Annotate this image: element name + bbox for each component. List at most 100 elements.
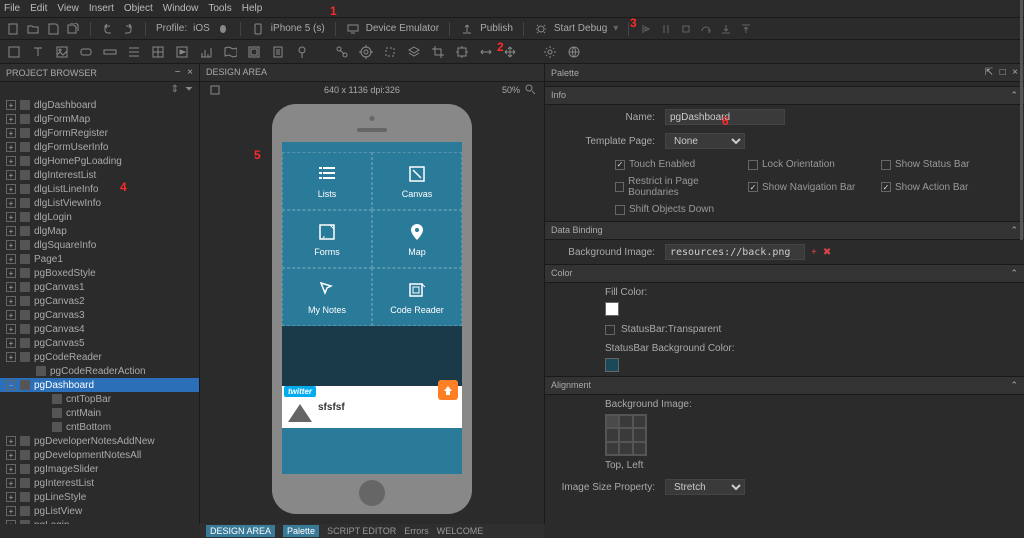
publish-button[interactable]: Publish [480, 23, 513, 34]
menu-help[interactable]: Help [242, 3, 263, 14]
tree-item[interactable]: +dlgDashboard [0, 98, 199, 112]
expand-toggle-icon[interactable]: + [6, 128, 16, 138]
tree-item[interactable]: +pgCanvas4 [0, 322, 199, 336]
menu-view[interactable]: View [57, 3, 79, 14]
expand-toggle-icon[interactable]: + [6, 464, 16, 474]
open-icon[interactable] [26, 22, 40, 36]
palette-pin-icon[interactable]: ⇱ [985, 67, 993, 78]
dashboard-tile[interactable]: Lists [282, 152, 372, 210]
tree-item[interactable]: +pgListView [0, 504, 199, 518]
redo-icon[interactable] [121, 22, 135, 36]
tab-design-area[interactable]: DESIGN AREA [206, 525, 275, 537]
option-check[interactable]: Show Action Bar [881, 176, 1004, 198]
tree-item[interactable]: +dlgLogin [0, 210, 199, 224]
menu-window[interactable]: Window [163, 3, 199, 14]
checkbox-icon[interactable] [881, 160, 891, 170]
tree-item[interactable]: +dlgSquareInfo [0, 238, 199, 252]
expand-toggle-icon[interactable]: + [6, 478, 16, 488]
stop-icon[interactable] [679, 22, 693, 36]
undo-icon[interactable] [101, 22, 115, 36]
expand-toggle-icon[interactable]: + [6, 268, 16, 278]
tree-item[interactable]: −pgDashboard [0, 378, 199, 392]
stepinto-icon[interactable] [719, 22, 733, 36]
option-check[interactable]: Touch Enabled [615, 159, 738, 170]
tree-item[interactable]: +pgDeveloperNotesAddNew [0, 434, 199, 448]
tool-play-icon[interactable] [174, 44, 190, 60]
expand-toggle-icon[interactable]: + [6, 296, 16, 306]
option-check[interactable]: Shift Objects Down [615, 204, 738, 215]
tree-item[interactable]: cntBottom [0, 420, 199, 434]
tree-item[interactable]: +dlgListLineInfo [0, 182, 199, 196]
checkbox-icon[interactable] [881, 182, 891, 192]
menu-object[interactable]: Object [124, 3, 153, 14]
expand-toggle-icon[interactable]: + [6, 282, 16, 292]
menu-insert[interactable]: Insert [89, 3, 114, 14]
tab-welcome[interactable]: WELCOME [437, 526, 484, 536]
scroll-up-button[interactable] [438, 380, 458, 400]
expand-toggle-icon[interactable]: + [6, 100, 16, 110]
checkbox-icon[interactable] [615, 205, 625, 215]
menu-edit[interactable]: Edit [30, 3, 47, 14]
expand-toggle-icon[interactable]: + [6, 142, 16, 152]
dashboard-tile[interactable]: My Notes [282, 268, 372, 326]
statusbar-bg-swatch[interactable] [605, 358, 619, 372]
stepout-icon[interactable] [739, 22, 753, 36]
tool-gear-icon[interactable] [542, 44, 558, 60]
tool-dist-icon[interactable] [478, 44, 494, 60]
chevron-up-icon[interactable]: ⌃ [1010, 225, 1018, 236]
tree-item[interactable]: cntMain [0, 406, 199, 420]
expand-toggle-icon[interactable]: + [6, 338, 16, 348]
design-canvas[interactable]: ListsCanvasFormsMapMy NotesCode Reader t… [200, 98, 544, 524]
tool-input-icon[interactable] [102, 44, 118, 60]
expand-toggle-icon[interactable]: + [6, 520, 16, 524]
dashboard-tile[interactable]: Code Reader [372, 268, 462, 326]
tool-container-icon[interactable] [246, 44, 262, 60]
panel-close-icon[interactable]: × [187, 67, 193, 78]
project-tree[interactable]: +dlgDashboard+dlgFormMap+dlgFormRegister… [0, 96, 199, 524]
tool-image-icon[interactable] [54, 44, 70, 60]
tool-map-icon[interactable] [222, 44, 238, 60]
checkbox-icon[interactable] [748, 182, 758, 192]
dashboard-tile[interactable]: Forms [282, 210, 372, 268]
tool-bounds-icon[interactable] [382, 44, 398, 60]
template-select[interactable]: None [665, 133, 745, 149]
remove-icon[interactable]: ✖ [823, 247, 831, 258]
tree-item[interactable]: +pgCodeReader [0, 350, 199, 364]
palette-max-icon[interactable]: □ [1000, 67, 1006, 78]
tree-item[interactable]: +pgCanvas2 [0, 294, 199, 308]
device-value[interactable]: iPhone 5 (s) [271, 23, 325, 34]
tree-collapse-icon[interactable]: ⇕ [171, 84, 179, 94]
tree-item[interactable]: cntTopBar [0, 392, 199, 406]
tool-target-icon[interactable] [358, 44, 374, 60]
alignment-grid[interactable] [605, 414, 647, 456]
device-screen[interactable]: ListsCanvasFormsMapMy NotesCode Reader t… [282, 142, 462, 474]
checkbox-icon[interactable] [748, 160, 758, 170]
new-icon[interactable] [6, 22, 20, 36]
tree-item[interactable]: +dlgInterestList [0, 168, 199, 182]
pause-icon[interactable] [659, 22, 673, 36]
chevron-up-icon[interactable]: ⌃ [1010, 268, 1018, 279]
expand-toggle-icon[interactable]: + [6, 114, 16, 124]
device-frame-icon[interactable] [208, 83, 222, 97]
tree-item[interactable]: +pgImageSlider [0, 462, 199, 476]
expand-toggle-icon[interactable]: + [6, 156, 16, 166]
menu-tools[interactable]: Tools [208, 3, 231, 14]
tree-item[interactable]: +dlgHomePgLoading [0, 154, 199, 168]
expand-toggle-icon[interactable]: + [6, 226, 16, 236]
tool-pin-icon[interactable] [294, 44, 310, 60]
expand-toggle-icon[interactable]: + [6, 324, 16, 334]
expand-toggle-icon[interactable]: − [6, 380, 16, 390]
option-check[interactable]: Lock Orientation [748, 159, 871, 170]
save-icon[interactable] [46, 22, 60, 36]
expand-toggle-icon[interactable]: + [6, 436, 16, 446]
bgimage-input[interactable] [665, 244, 805, 260]
expand-toggle-icon[interactable]: + [6, 450, 16, 460]
tool-rect-icon[interactable] [6, 44, 22, 60]
option-check[interactable]: Show Status Bar [881, 159, 1004, 170]
fillcolor-swatch[interactable] [605, 302, 619, 316]
tool-chart-icon[interactable] [198, 44, 214, 60]
start-debug-button[interactable]: Start Debug [554, 23, 607, 34]
expand-toggle-icon[interactable]: + [6, 310, 16, 320]
chevron-up-icon[interactable]: ⌃ [1010, 380, 1018, 391]
tree-item[interactable]: +dlgFormRegister [0, 126, 199, 140]
